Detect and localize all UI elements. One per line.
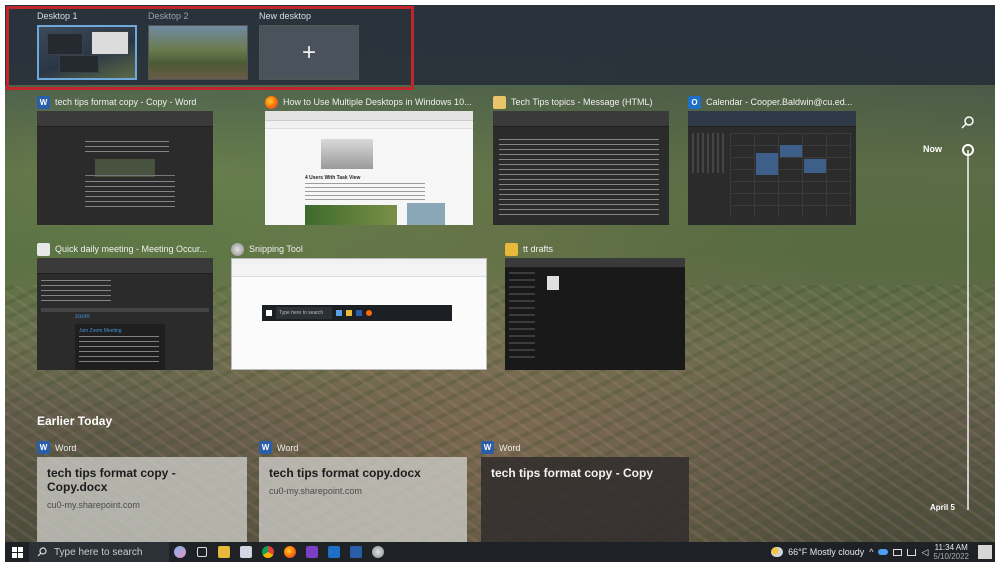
word-taskbar-icon[interactable] xyxy=(345,542,367,562)
weather-icon xyxy=(771,547,784,557)
card-subtitle: cu0-my.sharepoint.com xyxy=(269,486,362,496)
notification-icon[interactable] xyxy=(978,545,992,559)
network-icon[interactable] xyxy=(907,548,917,556)
timeline-date-label: April 5 xyxy=(930,503,955,512)
recent-app-tag: W Word xyxy=(481,441,520,454)
clock-date: 5/10/2022 xyxy=(933,552,969,561)
meeting-link: Join Zoom Meeting xyxy=(79,328,122,334)
card-title: tech tips format copy - Copy.docx xyxy=(47,466,176,494)
page-heading: 4 Users With Task View xyxy=(305,175,361,181)
recent-card[interactable]: tech tips format copy - Copy xyxy=(481,457,689,545)
chrome-icon[interactable] xyxy=(257,542,279,562)
card-subtitle: cu0-my.sharepoint.com xyxy=(47,500,140,510)
timeline-now-label: Now xyxy=(923,144,942,154)
windows-logo-icon xyxy=(11,546,23,558)
firefox-taskbar-icon[interactable] xyxy=(279,542,301,562)
window-title: Snipping Tool xyxy=(249,244,303,254)
task-view-icon[interactable] xyxy=(191,542,213,562)
search-placeholder: Type here to search xyxy=(54,546,143,558)
recent-card[interactable]: tech tips format copy - Copy.docx cu0-my… xyxy=(37,457,247,545)
teams-icon xyxy=(37,242,50,256)
window-teams-meeting[interactable]: Quick daily meeting - Meeting Occur... z… xyxy=(37,240,215,373)
earlier-today-heading: Earlier Today xyxy=(37,414,113,428)
recent-card[interactable]: tech tips format copy.docx cu0-my.sharep… xyxy=(259,457,467,545)
volume-icon[interactable]: ◁ xyxy=(921,547,928,558)
outlook-taskbar-icon[interactable] xyxy=(323,542,345,562)
snipping-taskbar-icon[interactable] xyxy=(367,542,389,562)
timeline-knob[interactable] xyxy=(962,144,974,156)
window-word[interactable]: Wtech tips format copy - Copy - Word xyxy=(37,93,247,231)
weather-text[interactable]: 66°F Mostly cloudy xyxy=(788,547,864,557)
window-firefox[interactable]: How to Use Multiple Desktops in Windows … xyxy=(265,93,480,231)
outlook-icon: O xyxy=(688,95,701,109)
word-icon: W xyxy=(37,441,50,454)
card-title: tech tips format copy - Copy xyxy=(491,466,654,480)
window-title: How to Use Multiple Desktops in Windows … xyxy=(283,97,472,107)
zoom-brand: zoom xyxy=(75,314,90,320)
snip-search-placeholder: Type here to search xyxy=(276,307,332,319)
file-explorer-icon[interactable] xyxy=(213,542,235,562)
chevron-up-icon[interactable]: ^ xyxy=(869,547,873,557)
cortana-widget-icon[interactable] xyxy=(169,542,191,562)
window-title: Tech Tips topics - Message (HTML) xyxy=(511,97,653,107)
taskbar-search-box[interactable]: Type here to search xyxy=(29,542,169,562)
clock-time: 11:34 AM xyxy=(934,543,968,552)
system-tray: 66°F Mostly cloudy ^ ◁ 11:34 AM 5/10/202… xyxy=(771,542,995,562)
word-icon: W xyxy=(37,95,50,109)
word-icon: W xyxy=(481,441,494,454)
folder-icon xyxy=(505,242,518,256)
window-calendar[interactable]: O Calendar - Cooper.Baldwin@cu.ed... xyxy=(688,93,868,231)
clock[interactable]: 11:34 AM 5/10/2022 xyxy=(933,543,969,561)
timeline-search-icon[interactable] xyxy=(961,115,979,133)
recent-app-tag: W Word xyxy=(37,441,76,454)
window-title: Quick daily meeting - Meeting Occur... xyxy=(55,244,208,254)
snipping-tool-icon xyxy=(231,242,244,256)
store-icon[interactable] xyxy=(235,542,257,562)
window-title: Calendar - Cooper.Baldwin@cu.ed... xyxy=(706,97,853,107)
window-title: tech tips format copy - Copy - Word xyxy=(55,97,197,107)
window-title: tt drafts xyxy=(523,244,554,254)
window-snipping-tool[interactable]: Snipping Tool Type here to search xyxy=(231,240,493,373)
taskbar: Type here to search 66°F Mostly cloudy ^… xyxy=(5,542,995,562)
window-outlook-message[interactable]: Tech Tips topics - Message (HTML) xyxy=(493,93,683,231)
onedrive-icon[interactable] xyxy=(878,549,889,555)
desktops-highlight-box xyxy=(6,6,414,90)
timeline-scrollbar[interactable] xyxy=(967,150,969,510)
task-view-screen: Desktop 1 Desktop 2 New desktop + Wtech … xyxy=(5,5,995,562)
battery-icon[interactable] xyxy=(893,548,903,556)
recent-app-tag: W Word xyxy=(259,441,298,454)
vpn-icon[interactable] xyxy=(301,542,323,562)
outlook-message-icon xyxy=(493,95,506,109)
window-file-explorer[interactable]: tt drafts xyxy=(505,240,690,373)
start-button[interactable] xyxy=(5,542,29,562)
firefox-icon xyxy=(265,95,278,109)
search-icon xyxy=(37,547,47,557)
word-icon: W xyxy=(259,441,272,454)
card-title: tech tips format copy.docx xyxy=(269,466,421,480)
